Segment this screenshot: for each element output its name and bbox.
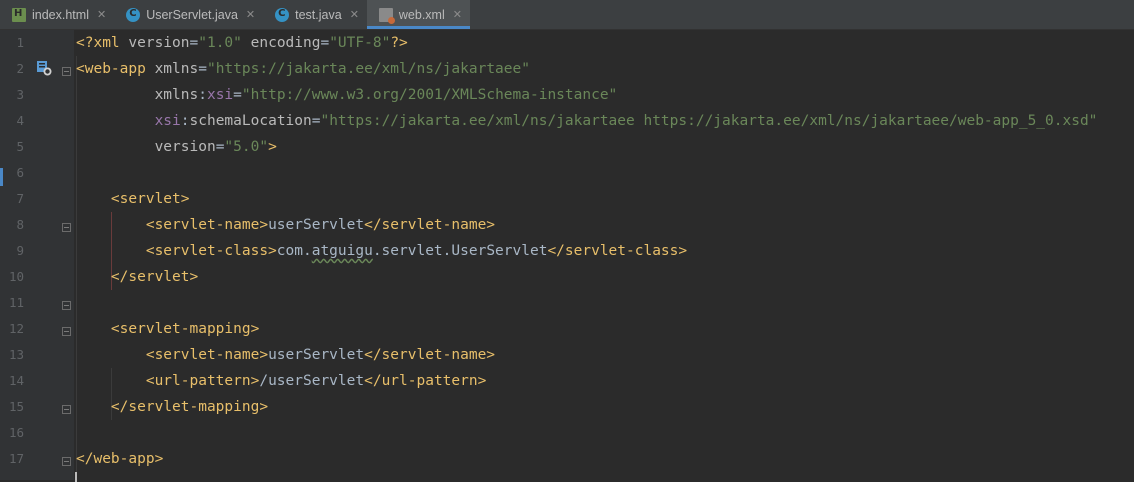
close-icon[interactable]: ✕: [246, 8, 255, 21]
tab-userservlet-java[interactable]: UserServlet.java ✕: [114, 0, 263, 29]
close-icon[interactable]: ✕: [453, 8, 462, 21]
line-gutter: 1 2 3 4 5 6 7 8 9 10 11 12 13 14 15 16 1…: [0, 30, 74, 480]
java-class-icon: [275, 7, 290, 22]
text-caret: [75, 472, 77, 482]
line-number: 16: [8, 425, 24, 440]
fold-toggle-icon[interactable]: [62, 405, 71, 414]
code-line[interactable]: <?xml version="1.0" encoding="UTF-8"?>: [76, 30, 408, 56]
tab-test-java[interactable]: test.java ✕: [263, 0, 367, 29]
line-number: 17: [8, 451, 24, 466]
tab-index-html[interactable]: index.html ✕: [0, 0, 114, 29]
code-line[interactable]: version="5.0">: [76, 134, 277, 160]
close-icon[interactable]: ✕: [350, 8, 359, 21]
fold-toggle-icon[interactable]: [62, 67, 71, 76]
code-line[interactable]: <servlet>: [76, 186, 190, 212]
line-number: 1: [16, 35, 24, 50]
code-line[interactable]: </servlet-mapping>: [76, 394, 268, 420]
tab-label: index.html: [32, 7, 89, 22]
code-line[interactable]: <web-app xmlns="https://jakarta.ee/xml/n…: [76, 56, 530, 82]
code-line[interactable]: <servlet-class>com.atguigu.servlet.UserS…: [76, 238, 687, 264]
xml-file-icon: [378, 7, 395, 24]
typo-warning: atguigu: [311, 243, 373, 259]
code-editor[interactable]: 1 2 3 4 5 6 7 8 9 10 11 12 13 14 15 16 1…: [0, 30, 1134, 482]
line-number: 13: [8, 347, 24, 362]
web-module-icon[interactable]: [36, 60, 52, 76]
code-line[interactable]: </servlet>: [76, 264, 198, 290]
editor-tab-bar: index.html ✕ UserServlet.java ✕ test.jav…: [0, 0, 1134, 30]
line-number: 5: [16, 139, 24, 154]
line-number: 14: [8, 373, 24, 388]
line-number: 9: [16, 243, 24, 258]
code-line[interactable]: <servlet-name>userServlet</servlet-name>: [76, 212, 495, 238]
html-file-icon: [12, 7, 26, 22]
fold-toggle-icon[interactable]: [62, 223, 71, 232]
fold-toggle-icon[interactable]: [62, 457, 71, 466]
code-line[interactable]: </web-app>: [76, 446, 163, 472]
code-line[interactable]: xmlns:xsi="http://www.w3.org/2001/XMLSch…: [76, 82, 618, 108]
line-number: 4: [16, 113, 24, 128]
code-line[interactable]: <servlet-mapping>: [76, 316, 259, 342]
line-number: 3: [16, 87, 24, 102]
line-number: 6: [16, 165, 24, 180]
tab-web-xml[interactable]: web.xml ✕: [366, 0, 471, 29]
java-class-icon: [126, 7, 141, 22]
close-icon[interactable]: ✕: [97, 8, 106, 21]
code-line[interactable]: <servlet-name>userServlet</servlet-name>: [76, 342, 495, 368]
line-number: 11: [8, 295, 24, 310]
line-number: 8: [16, 217, 24, 232]
line-number: 7: [16, 191, 24, 206]
line-number: 12: [8, 321, 24, 336]
code-line[interactable]: xsi:schemaLocation="https://jakarta.ee/x…: [76, 108, 1098, 134]
line-number: 10: [8, 269, 24, 284]
fold-toggle-icon[interactable]: [62, 327, 71, 336]
line-number: 2: [16, 61, 24, 76]
tab-label: test.java: [295, 7, 342, 22]
code-line[interactable]: <url-pattern>/userServlet</url-pattern>: [76, 368, 486, 394]
fold-toggle-icon[interactable]: [62, 301, 71, 310]
line-number: 15: [8, 399, 24, 414]
tab-label: UserServlet.java: [146, 7, 238, 22]
tab-label: web.xml: [398, 7, 445, 22]
